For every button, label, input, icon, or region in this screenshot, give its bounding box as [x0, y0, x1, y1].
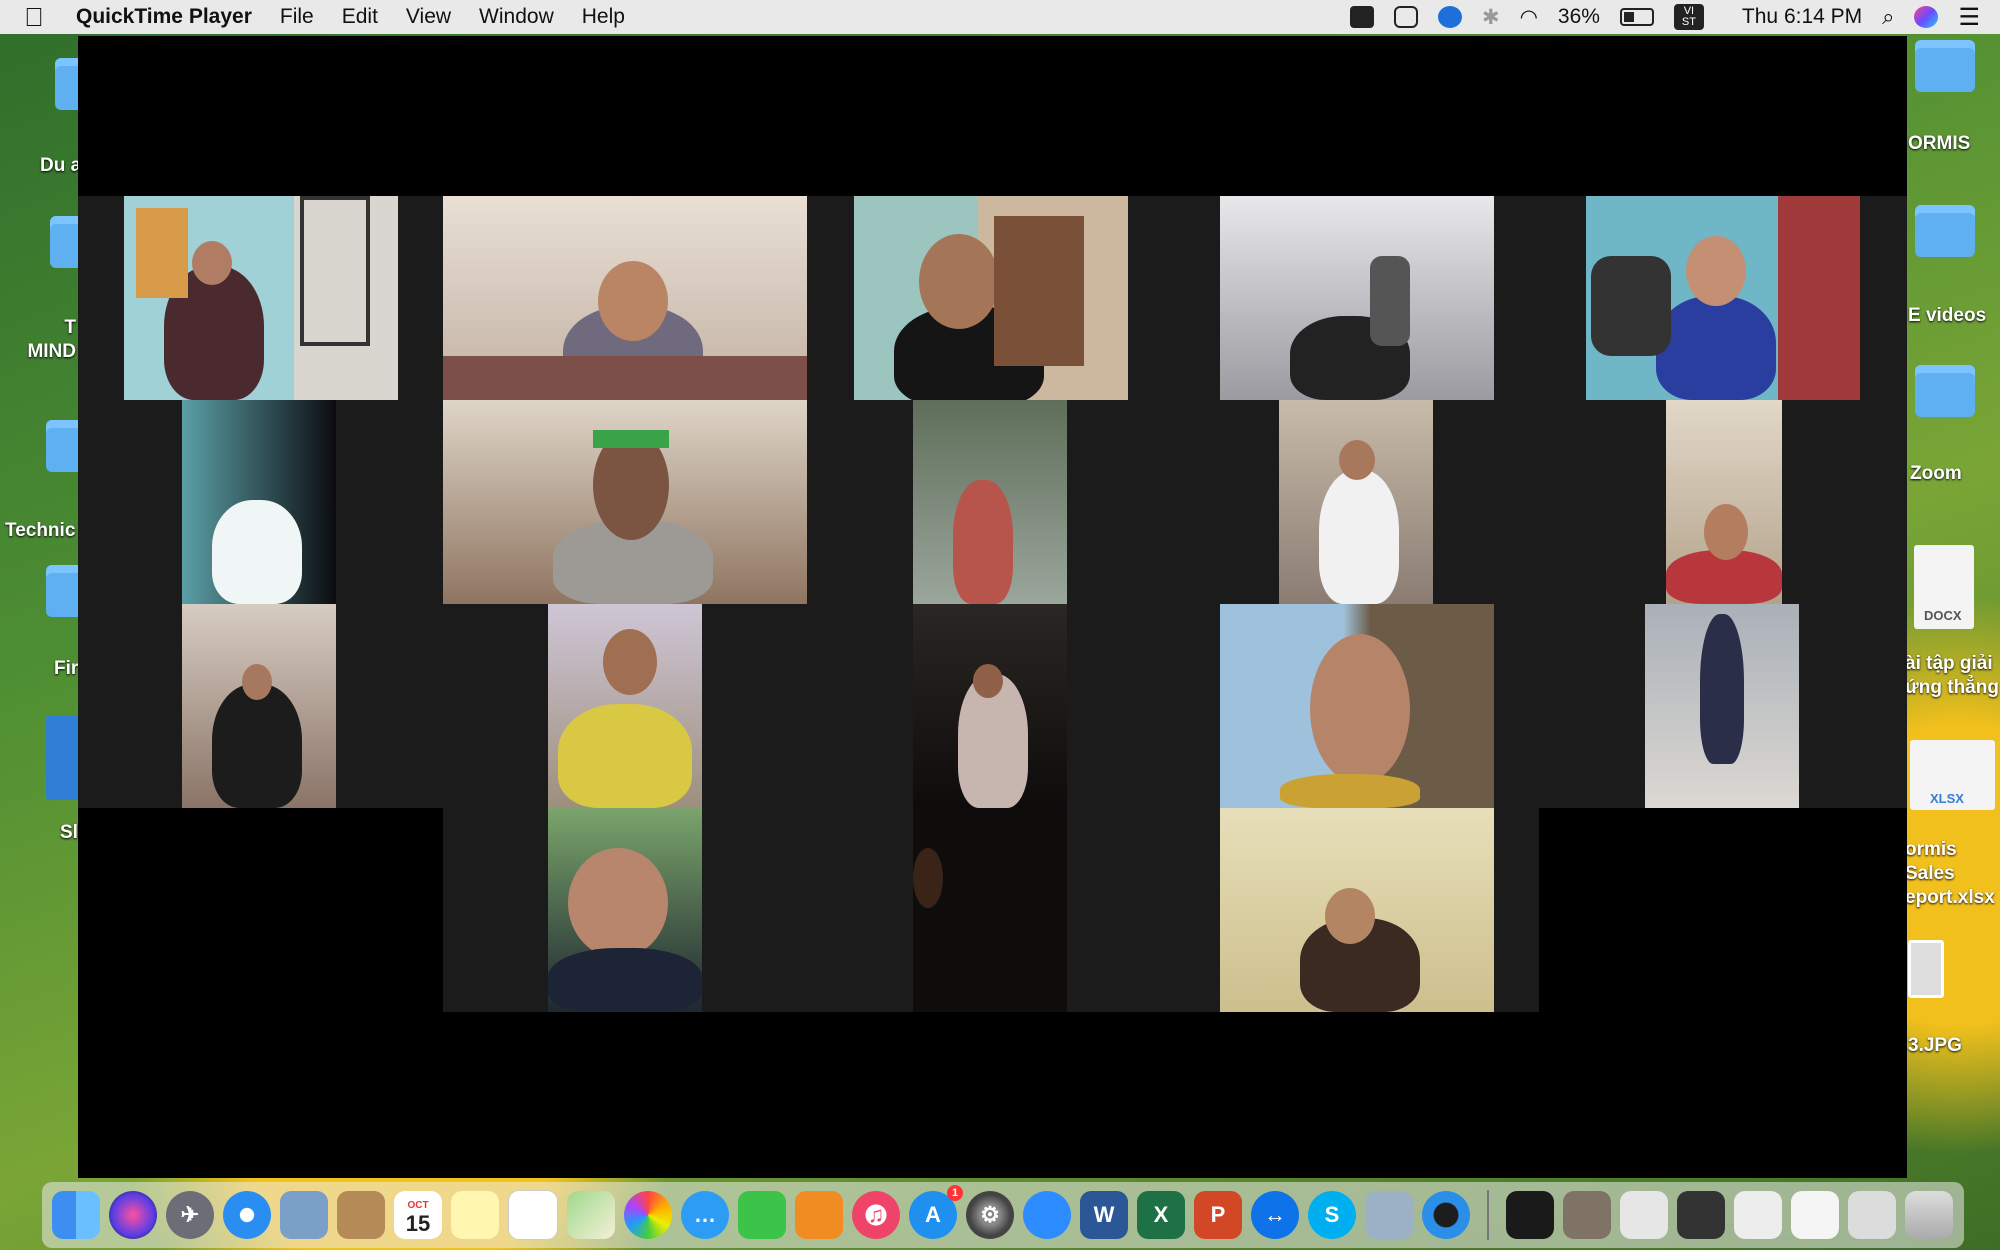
- wifi-icon[interactable]: ◠: [1520, 5, 1538, 30]
- battery-icon[interactable]: [1619, 8, 1654, 26]
- preview-icon[interactable]: [280, 1191, 328, 1239]
- desktop-item-label[interactable]: Technic: [5, 520, 75, 542]
- menu-view[interactable]: View: [406, 5, 451, 29]
- desktop-item-label[interactable]: Sl: [60, 822, 78, 844]
- word-icon[interactable]: W: [1080, 1191, 1128, 1239]
- menu-help[interactable]: Help: [582, 5, 625, 29]
- photos-icon[interactable]: [624, 1191, 672, 1239]
- calendar-day: 15: [405, 1211, 431, 1236]
- participant-video[interactable]: [1220, 808, 1494, 1012]
- desktop-item-label[interactable]: Zoom: [1910, 463, 1962, 485]
- desktop-item-label[interactable]: Fir: [54, 658, 78, 680]
- quicktime-icon[interactable]: [1422, 1191, 1470, 1239]
- window-thumb-icon[interactable]: [1848, 1191, 1896, 1239]
- desktop-item-label[interactable]: ormis Sales eport.xlsx: [1905, 838, 2000, 910]
- menu-window[interactable]: Window: [479, 5, 554, 29]
- desktop-item-label[interactable]: ài tập giải ứng thẳng: [1905, 652, 2000, 700]
- input-source-label: VI ST: [1681, 5, 1696, 28]
- app-store-badge: 1: [947, 1185, 963, 1201]
- music-icon[interactable]: ♫: [852, 1191, 900, 1239]
- folder-icon[interactable]: [1915, 205, 1975, 257]
- participant-video[interactable]: [1645, 604, 1799, 808]
- messages-icon[interactable]: …: [681, 1191, 729, 1239]
- participant-video[interactable]: [1666, 400, 1782, 604]
- notification-center-icon[interactable]: ☰: [1958, 3, 1980, 32]
- books-icon[interactable]: [795, 1191, 843, 1239]
- participant-video[interactable]: [124, 196, 398, 400]
- excel-icon[interactable]: X: [1137, 1191, 1185, 1239]
- finder-icon[interactable]: [52, 1191, 100, 1239]
- window-thumb-icon[interactable]: [1677, 1191, 1725, 1239]
- participant-video[interactable]: [913, 400, 1067, 604]
- folder-icon[interactable]: [1915, 40, 1975, 92]
- desktop-item-label[interactable]: ORMIS: [1908, 133, 1970, 155]
- document-thumb-icon[interactable]: [1563, 1191, 1611, 1239]
- zoom-status-icon[interactable]: [1349, 6, 1374, 28]
- safari-icon[interactable]: [223, 1191, 271, 1239]
- participant-video[interactable]: [443, 400, 807, 604]
- dock: ✈ OCT 15 … ♫ A 1 ⚙ W X P ↔ S: [42, 1182, 1964, 1248]
- system-preferences-icon[interactable]: ⚙: [966, 1191, 1014, 1239]
- siri-icon[interactable]: [1914, 6, 1939, 28]
- participant-video[interactable]: [913, 808, 1067, 1012]
- docx-label: DOCX: [1924, 608, 1962, 623]
- app-store-icon[interactable]: A 1: [909, 1185, 963, 1239]
- skype-icon[interactable]: S: [1308, 1191, 1356, 1239]
- apple-icon[interactable]: : [20, 2, 48, 33]
- participant-video[interactable]: [182, 604, 336, 808]
- teamviewer-icon[interactable]: ↔: [1251, 1191, 1299, 1239]
- image-capture-icon[interactable]: [1365, 1191, 1413, 1239]
- participant-video[interactable]: [1279, 400, 1433, 604]
- menu-bar:  QuickTime Player File Edit View Window…: [0, 0, 2000, 34]
- participant-video[interactable]: [182, 400, 336, 604]
- powerpoint-icon[interactable]: P: [1194, 1191, 1242, 1239]
- launchpad-icon[interactable]: ✈: [166, 1191, 214, 1239]
- siri-icon[interactable]: [109, 1191, 157, 1239]
- desktop-item-label[interactable]: T MIND: [24, 316, 76, 364]
- window-thumb-icon[interactable]: [1734, 1191, 1782, 1239]
- window-thumb-icon[interactable]: [1620, 1191, 1668, 1239]
- menu-file[interactable]: File: [280, 5, 314, 29]
- xlsx-label: XLSX: [1930, 791, 1964, 806]
- zoom-gallery-grid: [78, 196, 1907, 1012]
- search-icon[interactable]: ⌕: [1882, 4, 1894, 30]
- participant-video[interactable]: [548, 604, 702, 808]
- notes-icon[interactable]: [451, 1191, 499, 1239]
- teamviewer-status-icon[interactable]: [1437, 6, 1462, 28]
- battery-percent[interactable]: 36%: [1558, 5, 1600, 29]
- contacts-icon[interactable]: [337, 1191, 385, 1239]
- participant-video[interactable]: [1586, 196, 1860, 400]
- participant-video[interactable]: [854, 196, 1128, 400]
- window-thumb-icon[interactable]: [1506, 1191, 1554, 1239]
- zoom-icon[interactable]: [1023, 1191, 1071, 1239]
- reminders-icon[interactable]: [508, 1190, 558, 1240]
- folder-icon[interactable]: [1915, 365, 1975, 417]
- window-thumb-icon[interactable]: [1791, 1191, 1839, 1239]
- desktop-item-label[interactable]: 3.JPG: [1908, 1035, 1962, 1057]
- facetime-icon[interactable]: [738, 1191, 786, 1239]
- jpg-file-icon[interactable]: [1908, 940, 1944, 998]
- app-menu-quicktime[interactable]: QuickTime Player: [76, 5, 252, 29]
- participant-video[interactable]: [1220, 196, 1494, 400]
- participant-video[interactable]: [1220, 604, 1494, 808]
- dock-separator: [1487, 1190, 1489, 1240]
- desktop-item-label[interactable]: E videos: [1908, 305, 1986, 327]
- xlsx-file-icon[interactable]: XLSX: [1910, 740, 1995, 810]
- participant-video[interactable]: [548, 808, 702, 1012]
- desktop-item-label[interactable]: Du a: [40, 155, 81, 177]
- dropbox-status-icon[interactable]: [1393, 6, 1418, 28]
- trash-icon[interactable]: [1905, 1191, 1953, 1239]
- calendar-icon[interactable]: OCT 15: [394, 1191, 442, 1239]
- participant-video[interactable]: [913, 604, 1067, 808]
- clock[interactable]: Thu 6:14 PM: [1742, 5, 1862, 29]
- docx-file-icon[interactable]: DOCX: [1914, 545, 1974, 629]
- quicktime-video-window[interactable]: [78, 36, 1907, 1178]
- bluetooth-icon[interactable]: ✱: [1482, 5, 1500, 30]
- input-source-icon[interactable]: VI ST: [1673, 4, 1704, 30]
- participant-video[interactable]: [443, 196, 807, 400]
- maps-icon[interactable]: [567, 1191, 615, 1239]
- menu-edit[interactable]: Edit: [342, 5, 378, 29]
